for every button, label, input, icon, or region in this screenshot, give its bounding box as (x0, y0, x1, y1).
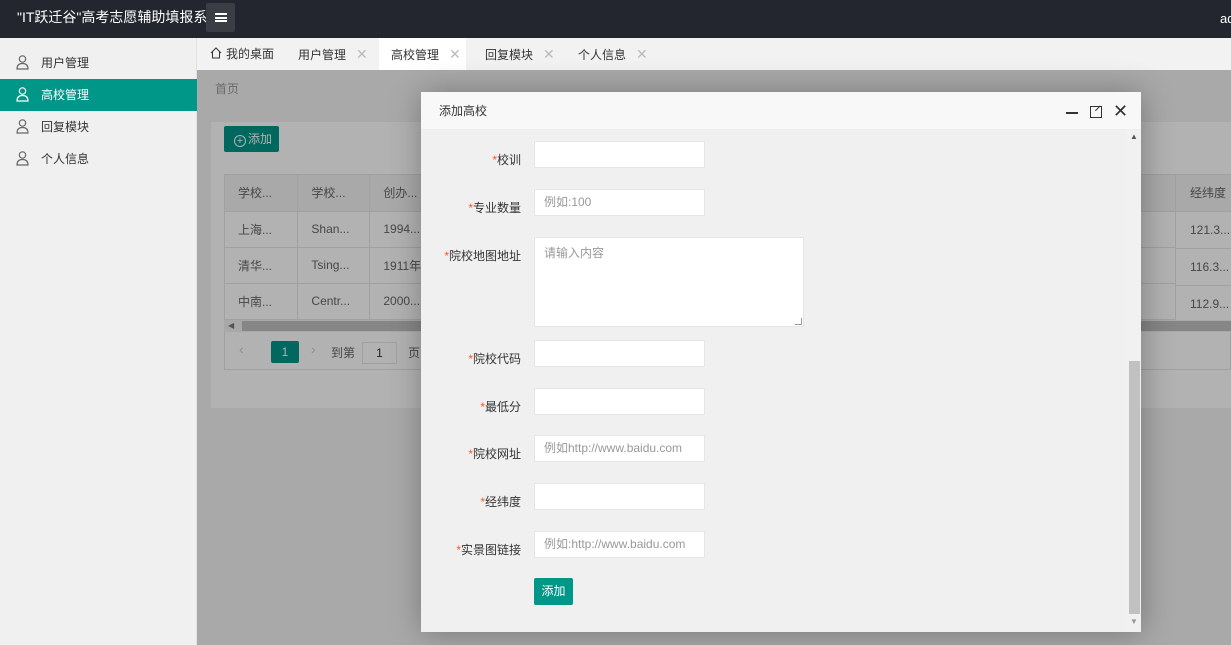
tab-colleges[interactable]: 高校管理 ✕ (379, 38, 466, 70)
sidebar-item-label: 高校管理 (41, 88, 90, 102)
photo-link-label: *实景图链接 (456, 543, 521, 557)
website-label: *院校网址 (468, 447, 521, 461)
motto-input[interactable] (534, 141, 705, 168)
coordinates-label: *经纬度 (480, 495, 521, 509)
tab-label: 回复模块 (485, 48, 534, 62)
sidebar-item-label: 个人信息 (41, 152, 90, 166)
photo-link-input[interactable]: 例如:http://www.baidu.com (534, 531, 705, 558)
sidebar-item-profile[interactable]: 个人信息 (0, 143, 197, 175)
motto-label: *校训 (492, 153, 521, 167)
tab-users[interactable]: 用户管理 ✕ (298, 38, 368, 70)
maximize-icon[interactable] (1090, 106, 1102, 118)
hamburger-icon (214, 13, 227, 22)
user-icon (16, 55, 29, 70)
dialog-title: 添加高校 (421, 92, 1141, 130)
map-address-label: *院校地图地址 (444, 249, 521, 263)
min-score-label: *最低分 (480, 400, 521, 414)
close-icon[interactable]: ✕ (1113, 101, 1128, 121)
tab-label: 用户管理 (298, 48, 347, 62)
college-code-input[interactable] (534, 340, 705, 367)
tab-replies[interactable]: 回复模块 ✕ (485, 38, 555, 70)
college-code-label: *院校代码 (468, 352, 521, 366)
sidebar-item-replies[interactable]: 回复模块 (0, 111, 197, 143)
major-count-label: *专业数量 (468, 201, 521, 215)
vertical-scrollbar[interactable]: ▲ ▼ (1126, 130, 1141, 632)
tab-label: 个人信息 (578, 48, 627, 62)
user-name[interactable]: admin (1220, 0, 1231, 38)
sidebar-item-label: 用户管理 (41, 56, 90, 70)
sidebar-item-users[interactable]: 用户管理 (0, 47, 197, 79)
tab-profile[interactable]: 个人信息 ✕ (578, 38, 648, 70)
sidebar: 用户管理 高校管理 回复模块 个人信息 (0, 38, 197, 645)
resize-handle[interactable] (795, 318, 802, 325)
close-icon[interactable]: ✕ (636, 46, 648, 62)
add-college-form: *校训 *专业数量 例如:100 *院校地图地址 请输入内容 *院校代码 *最低… (421, 130, 1141, 632)
min-score-input[interactable] (534, 388, 705, 415)
user-icon (16, 87, 29, 102)
submit-add-button[interactable]: 添加 (534, 578, 573, 605)
top-header: "IT跃迁谷"高考志愿辅助填报系 admin (0, 0, 1231, 38)
map-address-textarea[interactable]: 请输入内容 (534, 237, 804, 327)
add-college-dialog: 添加高校 ✕ *校训 *专业数量 例如:100 *院校地图地址 请输入内容 *院… (421, 92, 1141, 632)
user-icon (16, 151, 29, 166)
close-icon[interactable]: ✕ (449, 46, 461, 62)
tab-desktop[interactable]: 我的桌面 (210, 38, 274, 70)
home-icon (210, 47, 222, 59)
sidebar-item-colleges[interactable]: 高校管理 (0, 79, 197, 111)
minimize-icon[interactable] (1066, 112, 1078, 114)
user-icon (16, 119, 29, 134)
scroll-down-icon[interactable]: ▼ (1130, 617, 1138, 626)
major-count-input[interactable]: 例如:100 (534, 189, 705, 216)
tab-label: 高校管理 (391, 48, 440, 62)
app-logo: "IT跃迁谷"高考志愿辅助填报系 (17, 9, 208, 25)
sidebar-item-label: 回复模块 (41, 120, 90, 134)
scroll-up-icon[interactable]: ▲ (1130, 132, 1138, 141)
tab-bar: 我的桌面 用户管理 ✕ 高校管理 ✕ 回复模块 ✕ 个人信息 ✕ (197, 38, 1231, 70)
close-icon[interactable]: ✕ (543, 46, 555, 62)
tab-label: 我的桌面 (226, 47, 275, 61)
website-input[interactable]: 例如http://www.baidu.com (534, 435, 705, 462)
menu-toggle-button[interactable] (206, 3, 235, 32)
coordinates-input[interactable] (534, 483, 705, 510)
scrollbar-thumb[interactable] (1129, 361, 1140, 614)
textarea-placeholder: 请输入内容 (544, 246, 605, 260)
close-icon[interactable]: ✕ (356, 46, 368, 62)
